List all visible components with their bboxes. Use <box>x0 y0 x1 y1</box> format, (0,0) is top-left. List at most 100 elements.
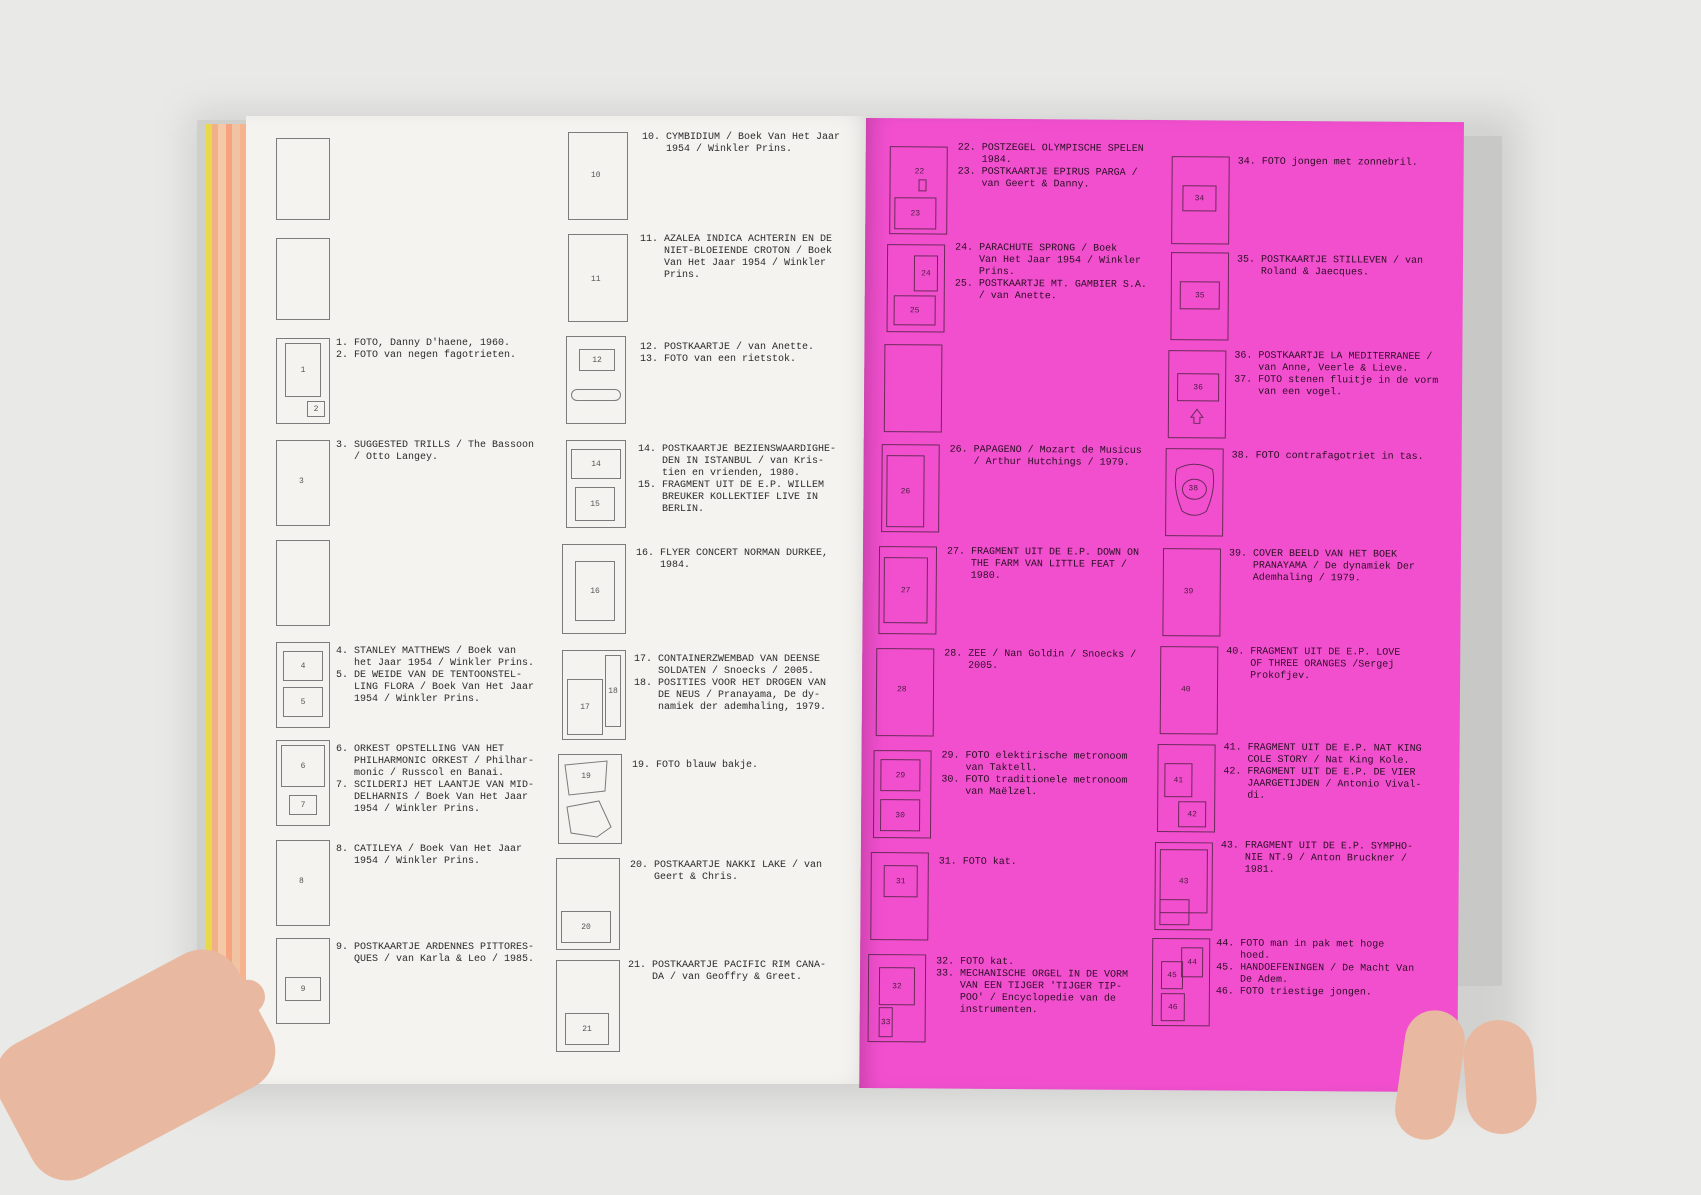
caption-26: 26. PAPAGENO / Mozart de Musicus / Arthu… <box>949 444 1142 469</box>
caption-20: 20. POSTKAARTJE NAKKI LAKE / van Geert &… <box>630 860 823 883</box>
thumbnail-42: 42 <box>1178 801 1207 828</box>
caption-31: 31. FOTO kat. <box>938 856 1017 869</box>
caption-1-2: 1. FOTO, Danny D'haene, 1960. 2. FOTO va… <box>336 338 517 361</box>
thumbnail-frame: 31 <box>870 852 929 941</box>
caption-27: 27. FRAGMENT UIT DE E.P. DOWN ON THE FAR… <box>946 546 1140 582</box>
caption-8: 8. CATILEYA / Boek Van Het Jaar 1954 / W… <box>336 844 523 867</box>
thumbnail-frame: 39 <box>1162 548 1222 637</box>
thumbnail-21: 21 <box>565 1013 609 1045</box>
thumbnail-frame: 11 <box>568 234 628 322</box>
caption-3: 3. SUGGESTED TRILLS / The Bassoon / Otto… <box>336 440 535 463</box>
thumbnail-frame: 22 23 <box>889 146 948 235</box>
thumbnail-30: 30 <box>880 799 921 832</box>
thumbnail-frame: 9 <box>276 938 330 1024</box>
thumbnail-frame: 19 <box>558 754 622 844</box>
thumbnail-11: 11 <box>591 275 601 284</box>
right-finger <box>1461 1017 1539 1137</box>
thumbnail-1: 1 <box>285 343 321 397</box>
thumbnail-frame: 28 <box>875 648 935 737</box>
caption-17-18: 17. CONTAINERZWEMBAD VAN DEENSE SOLDATEN… <box>634 654 827 713</box>
caption-14-15: 14. POSTKAARTJE BEZIENSWAARDIGHE- DEN IN… <box>638 444 837 515</box>
caption-32-33: 32. FOTO kat. 33. MECHANISCHE ORGEL IN D… <box>935 956 1129 1017</box>
thumbnail-22: 22 <box>914 167 925 177</box>
thumbnail-frame: 4 5 <box>276 642 330 728</box>
thumbnail-frame: 6 7 <box>276 740 330 826</box>
thumbnail-35: 35 <box>1179 281 1220 310</box>
thumbnail-frame: 17 18 <box>562 650 626 740</box>
sub-frame <box>1159 899 1190 926</box>
thumbnail-7: 7 <box>289 795 317 815</box>
thumbnail-17: 17 <box>567 679 603 735</box>
thumbnail-frame: 34 <box>1171 156 1230 245</box>
stamp-shape <box>918 179 927 192</box>
open-book-scene: 1 2 1. FOTO, Danny D'haene, 1960. 2. FOT… <box>0 0 1701 1195</box>
thumbnail-18: 18 <box>605 655 621 727</box>
thumbnail-frame: 36 <box>1167 350 1227 439</box>
caption-19: 19. FOTO blauw bakje. <box>632 760 759 771</box>
thumbnail-frame: 21 <box>556 960 620 1052</box>
thumbnail-16: 16 <box>575 561 615 621</box>
thumbnail-4: 4 <box>283 651 323 681</box>
thumbnail-frame: 24 25 <box>886 244 946 333</box>
thumbnail-9: 9 <box>285 977 321 1001</box>
thumbnail-frame: 43 <box>1154 842 1213 931</box>
thumbnail-frame: 38 <box>1165 448 1224 537</box>
caption-35: 35. POSTKAARTJE STILLEVEN / van Roland &… <box>1236 254 1424 279</box>
thumbnail-frame <box>276 238 330 320</box>
thumbnail-5: 5 <box>283 687 323 717</box>
thumbnail-frame: 40 <box>1159 646 1219 735</box>
caption-9: 9. POSTKAARTJE ARDENNES PITTORES- QUES /… <box>336 942 535 965</box>
reed-shape <box>571 389 621 401</box>
thumbnail-frame <box>883 344 943 433</box>
thumbnail-12: 12 <box>579 349 615 371</box>
caption-6-7: 6. ORKEST OPSTELLING VAN HET PHILHARMONI… <box>336 744 535 815</box>
thumbnail-frame: 16 <box>562 544 626 634</box>
caption-28: 28. ZEE / Nan Goldin / Snoecks / 2005. <box>944 648 1137 672</box>
right-page: 22 23 22. POSTZEGEL OLYMPISCHE SPELEN 19… <box>859 118 1464 1093</box>
caption-29-30: 29. FOTO elektirische metronoom van Takt… <box>941 750 1128 799</box>
thumbnail-31: 31 <box>883 865 918 898</box>
thumbnail-24: 24 <box>913 255 939 292</box>
thumbnail-41: 41 <box>1164 763 1193 798</box>
thumbnail-2: 2 <box>307 401 325 417</box>
thumbnail-38: 38 <box>1188 484 1199 494</box>
thumbnail-27: 27 <box>883 557 928 624</box>
thumbnail-8: 8 <box>299 877 304 886</box>
caption-22-23: 22. POSTZEGEL OLYMPISCHE SPELEN 1984. 23… <box>957 142 1144 191</box>
caption-21: 21. POSTKAARTJE PACIFIC RIM CANA- DA / v… <box>628 960 827 983</box>
thumbnail-frame: 29 30 <box>872 750 932 839</box>
caption-12-13: 12. POSTKAARTJE / van Anette. 13. FOTO v… <box>640 342 815 365</box>
caption-36-37: 36. POSTKAARTJE LA MEDITERRANEE / van An… <box>1234 350 1439 399</box>
thumbnail-frame: 12 <box>566 336 626 424</box>
caption-11: 11. AZALEA INDICA ACHTERIN EN DE NIET-BL… <box>640 234 833 281</box>
thumbnail-20: 20 <box>561 911 611 943</box>
caption-43: 43. FRAGMENT UIT DE E.P. SYMPHO- NIE NT.… <box>1220 840 1413 876</box>
thumbnail-frame: 27 <box>878 546 938 635</box>
thumbnail-frame <box>276 540 330 626</box>
thumbnail-frame: 20 <box>556 858 620 950</box>
thumbnail-23: 23 <box>894 197 937 230</box>
caption-34: 34. FOTO jongen met zonnebril. <box>1237 156 1418 169</box>
thumbnail-32: 32 <box>878 967 916 1006</box>
thumbnail-34: 34 <box>1182 185 1217 212</box>
thumbnail-frame: 26 <box>881 444 940 533</box>
caption-38: 38. FOTO contrafagotriet in tas. <box>1231 450 1424 463</box>
caption-24-25: 24. PARACHUTE SPRONG / Boek Van Het Jaar… <box>954 242 1147 303</box>
thumbnail-39: 39 <box>1183 587 1194 597</box>
thumbnail-40: 40 <box>1180 685 1191 695</box>
bowl-sketch <box>564 760 612 838</box>
caption-10: 10. CYMBIDIUM / Boek Van Het Jaar 1954 /… <box>642 132 841 155</box>
thumbnail-frame: 14 15 <box>566 440 626 528</box>
thumbnail-3: 3 <box>299 477 304 486</box>
thumbnail-26: 26 <box>886 455 925 528</box>
caption-44-46: 44. FOTO man in pak met hoge hoed. 45. H… <box>1215 938 1415 999</box>
thumbnail-10: 10 <box>591 171 601 180</box>
thumbnail-44: 44 <box>1181 947 1204 978</box>
thumbnail-frame: 44 45 46 <box>1151 938 1211 1027</box>
thumbnail-45: 45 <box>1160 961 1184 990</box>
caption-40: 40. FRAGMENT UIT DE E.P. LOVE OF THREE O… <box>1226 646 1401 683</box>
thumbnail-frame: 3 <box>276 440 330 526</box>
caption-4-5: 4. STANLEY MATTHEWS / Boek van het Jaar … <box>336 646 535 705</box>
thumbnail-frame: 10 <box>568 132 628 220</box>
thumbnail-14: 14 <box>571 449 621 479</box>
